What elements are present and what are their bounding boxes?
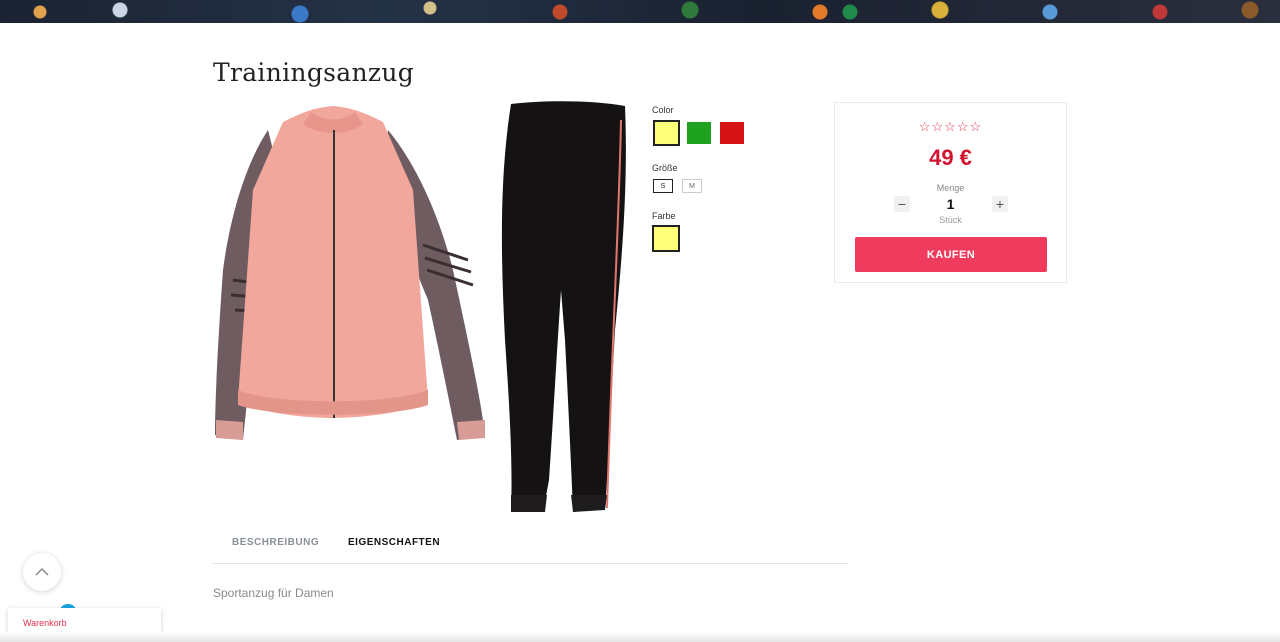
farbe-swatch-yellow[interactable] [652,225,680,252]
size-option-m[interactable]: M [682,179,702,193]
product-title: Trainingsanzug [213,58,415,87]
size-option-s[interactable]: S [653,179,673,193]
product-price: 49 € [929,145,972,170]
scroll-to-top-button[interactable] [23,553,61,591]
color-swatch-red[interactable] [720,122,744,144]
quantity-decrease-button[interactable]: − [894,196,910,212]
buy-button[interactable]: KAUFEN [855,237,1047,272]
buy-box: ☆☆☆☆☆ 49 € Menge 1 − + Stück KAUFEN [834,102,1067,283]
product-image[interactable] [213,100,633,520]
size-label: Größe [652,163,678,173]
tab-content-text: Sportanzug für Damen [213,586,334,600]
chevron-up-icon [35,563,49,581]
color-label: Color [652,105,674,115]
quantity-increase-button[interactable]: + [992,196,1008,212]
quantity-label: Menge [936,183,965,193]
cart-tab[interactable]: Warenkorb [8,608,161,634]
quantity-value[interactable]: 1 [835,196,1066,212]
tab-divider [213,563,848,564]
rating-stars[interactable]: ☆☆☆☆☆ [835,119,1066,135]
quantity-unit: Stück [939,215,962,225]
color-swatch-yellow[interactable] [653,120,680,146]
tab-beschreibung[interactable]: BESCHREIBUNG [232,537,319,548]
farbe-label: Farbe [652,211,676,221]
tab-eigenschaften[interactable]: EIGENSCHAFTEN [348,537,440,548]
bottom-edge [0,632,1280,642]
color-swatch-green[interactable] [687,122,711,144]
header-banner-image [0,0,1280,23]
